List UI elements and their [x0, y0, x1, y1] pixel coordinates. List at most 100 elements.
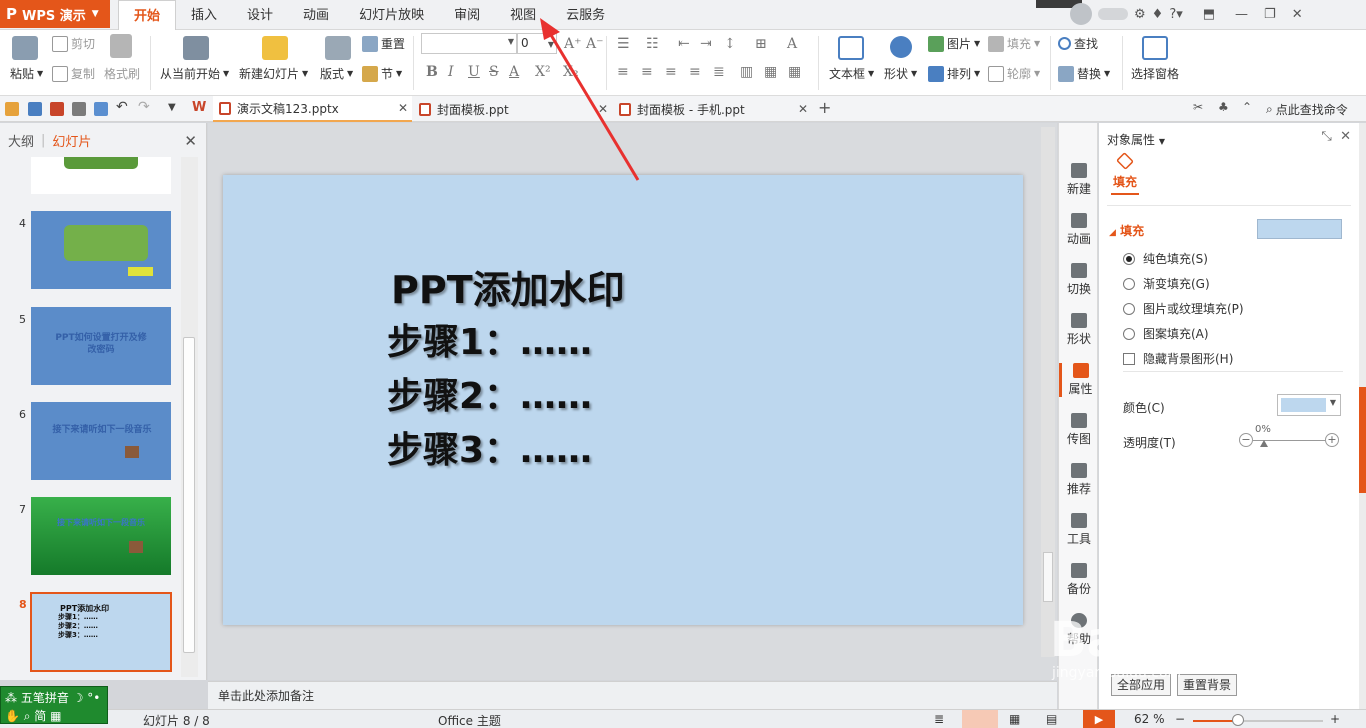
- ime-toolbar[interactable]: ⁂ 五笔拼音 ☽ °• ✋ ⌕ 简 ▦: [0, 686, 108, 724]
- print-icon[interactable]: [72, 102, 86, 116]
- find-button[interactable]: 查找: [1058, 35, 1098, 52]
- slideshow-play-button[interactable]: ▶: [1083, 710, 1115, 728]
- close-icon[interactable]: ✕: [184, 132, 197, 150]
- tab-insert[interactable]: 插入: [176, 0, 232, 30]
- fill-section-header[interactable]: ◢ 填充: [1109, 222, 1144, 239]
- wps-home-icon[interactable]: W: [192, 100, 206, 115]
- shirt-icon[interactable]: ♦: [1152, 7, 1164, 22]
- notes-area[interactable]: 单击此处添加备注: [208, 681, 1057, 709]
- ime-tools[interactable]: ✋ ⌕ 简 ▦: [5, 707, 61, 724]
- align-right-icon[interactable]: ≡: [665, 64, 677, 80]
- from-current-button[interactable]: 从当前开始 ▼: [160, 65, 229, 82]
- radio[interactable]: [1123, 277, 1135, 290]
- radio[interactable]: [1123, 302, 1135, 315]
- checkbox[interactable]: [1123, 352, 1135, 365]
- avatar[interactable]: [1070, 3, 1092, 25]
- tab-fill[interactable]: 填充: [1111, 151, 1139, 195]
- slide-step-2[interactable]: 步骤2：……: [387, 367, 592, 419]
- layout-button[interactable]: 版式 ▼: [320, 65, 353, 82]
- minus-icon[interactable]: −: [1239, 433, 1253, 447]
- paste-button[interactable]: 粘贴 ▼: [10, 65, 43, 82]
- save-icon[interactable]: [28, 102, 42, 116]
- side-new[interactable]: 新建: [1059, 163, 1099, 197]
- slide-step-3[interactable]: 步骤3：……: [387, 421, 592, 473]
- tab-design[interactable]: 设计: [232, 0, 288, 30]
- close-icon[interactable]: ✕: [398, 101, 408, 115]
- zoom-in-icon[interactable]: +: [1330, 712, 1340, 726]
- option-solid-fill[interactable]: 纯色填充(S): [1123, 250, 1208, 267]
- side-transition[interactable]: 切换: [1059, 263, 1099, 297]
- slider-knob[interactable]: [1260, 440, 1268, 447]
- slide-thumb-6[interactable]: 接下来请听如下一段音乐: [31, 402, 171, 480]
- distribute-icon[interactable]: ≣: [713, 64, 725, 80]
- zoom-slider-knob[interactable]: [1232, 714, 1244, 726]
- section-button[interactable]: 节 ▼: [362, 65, 402, 82]
- font-name-select[interactable]: ▼: [421, 33, 517, 54]
- option-gradient-fill[interactable]: 渐变填充(G): [1123, 275, 1210, 292]
- justify-icon[interactable]: ≡: [689, 64, 701, 80]
- scrollbar-thumb[interactable]: [183, 337, 195, 653]
- copy-button[interactable]: 复制: [52, 65, 95, 82]
- radio[interactable]: [1123, 327, 1135, 340]
- side-backup[interactable]: 备份: [1059, 563, 1099, 597]
- outline-button[interactable]: 轮廓 ▼: [988, 65, 1040, 82]
- pin-icon[interactable]: ⌃: [1242, 100, 1256, 114]
- tab-home[interactable]: 开始: [118, 0, 177, 31]
- slide-title[interactable]: PPT添加水印: [391, 259, 625, 314]
- side-upload-image[interactable]: 传图: [1059, 413, 1099, 447]
- picture-button[interactable]: 图片 ▼: [928, 35, 980, 52]
- color-select[interactable]: ▼: [1277, 394, 1341, 416]
- close-icon[interactable]: ✕: [1292, 7, 1303, 22]
- slide-thumb-5[interactable]: PPT如何设置打开及修改密码: [31, 307, 171, 385]
- skin-icon[interactable]: ⚙: [1134, 7, 1146, 22]
- textbox-button[interactable]: 文本框 ▼: [829, 65, 874, 82]
- restore-icon[interactable]: ❐: [1264, 7, 1276, 22]
- plus-icon[interactable]: +: [1325, 433, 1339, 447]
- text-fit-icon[interactable]: A: [787, 36, 797, 52]
- minimize-icon[interactable]: —: [1235, 7, 1248, 22]
- italic-button[interactable]: I: [448, 64, 454, 80]
- notes-toggle-icon[interactable]: ≣: [934, 712, 944, 726]
- tab-slides[interactable]: 幻灯片: [52, 131, 91, 150]
- tool-icon[interactable]: ✂: [1193, 100, 1207, 114]
- tab-review[interactable]: 审阅: [439, 0, 495, 30]
- collapse-pane-handle[interactable]: [1359, 387, 1366, 493]
- close-icon[interactable]: ✕: [1340, 129, 1351, 144]
- props-title-dropdown[interactable]: 对象属性 ▼: [1107, 131, 1165, 148]
- close-icon[interactable]: ✕: [798, 102, 808, 116]
- collapse-icon[interactable]: ⤡: [1321, 129, 1331, 144]
- transparency-slider[interactable]: − 0% +: [1239, 424, 1339, 448]
- slide-thumb-3[interactable]: [31, 157, 171, 194]
- replace-button[interactable]: 替换 ▼: [1058, 65, 1110, 82]
- slide-thumb-4[interactable]: [31, 211, 171, 289]
- sorter-view-icon[interactable]: ▦: [1009, 712, 1020, 726]
- shape-button[interactable]: 形状 ▼: [884, 65, 917, 82]
- undo-icon[interactable]: ↶: [116, 99, 130, 115]
- option-picture-fill[interactable]: 图片或纹理填充(P): [1123, 300, 1244, 317]
- tab-slideshow[interactable]: 幻灯片放映: [344, 0, 439, 30]
- option-pattern-fill[interactable]: 图案填充(A): [1123, 325, 1209, 342]
- fill-button[interactable]: 填充 ▼: [988, 35, 1040, 52]
- zoom-out-icon[interactable]: −: [1175, 712, 1185, 726]
- cut-button[interactable]: 剪切: [52, 35, 95, 52]
- doc-tab-1[interactable]: 演示文稿123.pptx ✕: [213, 96, 412, 122]
- customize-chevron-icon[interactable]: ▼: [168, 102, 182, 116]
- zoom-slider[interactable]: [1193, 714, 1323, 726]
- canvas-scrollbar[interactable]: [1041, 127, 1055, 657]
- side-properties[interactable]: 属性: [1059, 363, 1099, 397]
- slide-thumb-8[interactable]: PPT添加水印 步骤1：…… 步骤2：…… 步骤3：……: [30, 592, 172, 672]
- help-icon[interactable]: ?▾: [1169, 7, 1182, 22]
- slide-panel-scrollbar[interactable]: [181, 157, 198, 677]
- reading-view-icon[interactable]: ▤: [1046, 712, 1057, 726]
- arrange-button[interactable]: 排列 ▼: [928, 65, 980, 82]
- skin-icon[interactable]: ♣: [1218, 100, 1232, 114]
- print-preview-icon[interactable]: [94, 102, 108, 116]
- slide-thumb-7[interactable]: 接下来请听如下一段音乐: [31, 497, 171, 575]
- line-spacing-icon[interactable]: ↕: [724, 36, 736, 52]
- increase-indent-icon[interactable]: ⇥: [700, 36, 712, 52]
- current-slide[interactable]: PPT添加水印 步骤1：…… 步骤2：…… 步骤3：……: [223, 175, 1023, 625]
- new-tab-icon[interactable]: +: [818, 98, 832, 117]
- scrollbar-thumb[interactable]: [1043, 552, 1053, 602]
- tab-animation[interactable]: 动画: [288, 0, 344, 30]
- reset-background-button[interactable]: 重置背景: [1177, 674, 1238, 696]
